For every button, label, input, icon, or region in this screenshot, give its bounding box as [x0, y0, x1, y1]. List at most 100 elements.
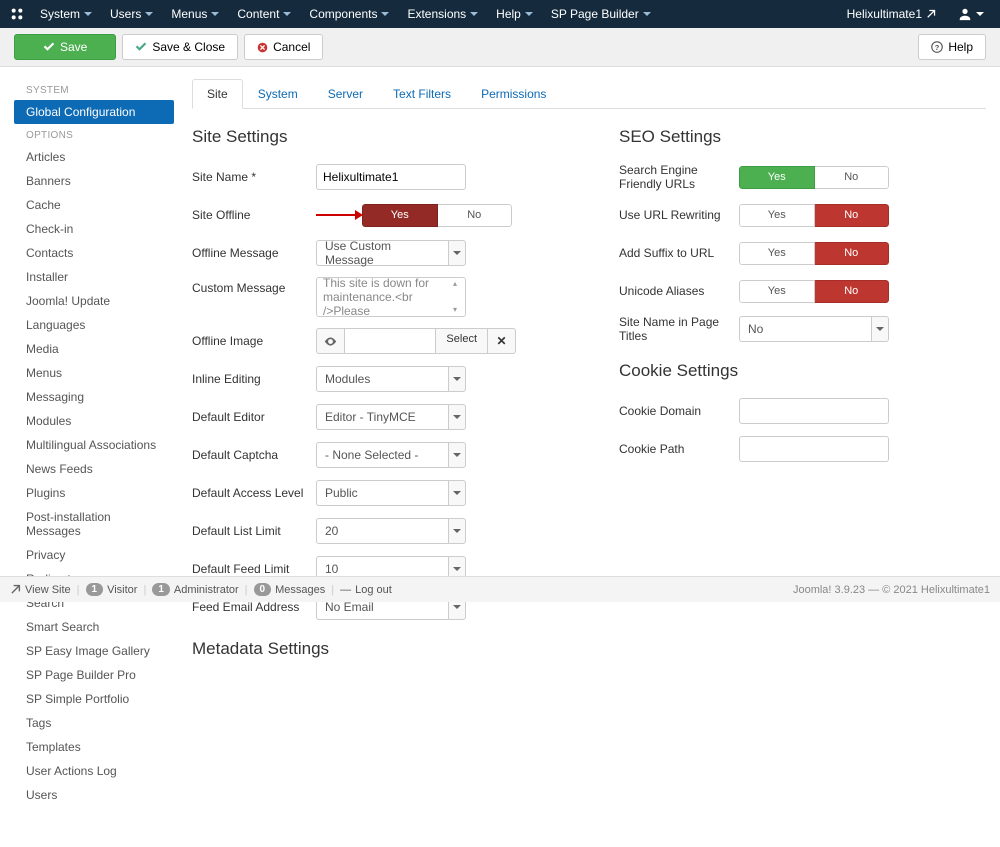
caret-down-icon	[453, 377, 461, 381]
menu-sppagebuilder[interactable]: SP Page Builder	[543, 2, 659, 26]
offline-image-select-button[interactable]: Select	[435, 328, 488, 354]
sidebar-item[interactable]: Messaging	[14, 385, 174, 409]
visitors-counter[interactable]: 1Visitor	[86, 583, 138, 596]
pagename-select[interactable]: No	[739, 316, 871, 342]
menu-menus[interactable]: Menus	[163, 2, 227, 26]
config-tabs: Site System Server Text Filters Permissi…	[192, 79, 986, 109]
rewrite-no[interactable]: No	[815, 204, 890, 227]
menu-components[interactable]: Components	[301, 2, 397, 26]
caret-down-icon	[525, 12, 533, 16]
default-captcha-select[interactable]: - None Selected -	[316, 442, 448, 468]
menu-system[interactable]: System	[32, 2, 100, 26]
caret-down-icon	[145, 12, 153, 16]
menu-help[interactable]: Help	[488, 2, 541, 26]
messages-counter[interactable]: 0Messages	[254, 583, 326, 596]
svg-text:?: ?	[935, 43, 940, 52]
offline-message-caret[interactable]	[448, 240, 466, 266]
sidebar-item[interactable]: Contacts	[14, 241, 174, 265]
sidebar-item[interactable]: Templates	[14, 735, 174, 759]
default-list-limit-select[interactable]: 20	[316, 518, 448, 544]
menu-users[interactable]: Users	[102, 2, 161, 26]
cookie-domain-input[interactable]	[739, 398, 889, 424]
tab-permissions[interactable]: Permissions	[466, 79, 561, 108]
tab-text-filters[interactable]: Text Filters	[378, 79, 466, 108]
sidebar-item[interactable]: User Actions Log	[14, 759, 174, 783]
sidebar-item[interactable]: Plugins	[14, 481, 174, 505]
offline-message-select[interactable]: Use Custom Message	[316, 240, 448, 266]
view-site-link[interactable]: View Site	[10, 584, 71, 596]
unicode-yes[interactable]: Yes	[739, 280, 815, 303]
caret-down-icon	[876, 327, 884, 331]
inline-editing-select[interactable]: Modules	[316, 366, 448, 392]
select-caret[interactable]	[871, 316, 889, 342]
site-name-label: Site Name *	[192, 170, 316, 184]
sidebar-item[interactable]: Media	[14, 337, 174, 361]
sef-yes[interactable]: Yes	[739, 166, 815, 189]
tab-server[interactable]: Server	[313, 79, 378, 108]
sidebar-item[interactable]: Cache	[14, 193, 174, 217]
sidebar-item[interactable]: News Feeds	[14, 457, 174, 481]
admins-counter[interactable]: 1Administrator	[152, 583, 238, 596]
preview-eye-icon[interactable]	[316, 328, 344, 354]
select-caret[interactable]	[448, 404, 466, 430]
default-access-label: Default Access Level	[192, 486, 316, 500]
logout-link[interactable]: — Log out	[340, 584, 392, 596]
sidebar-item[interactable]: Multilingual Associations	[14, 433, 174, 457]
pagename-label: Site Name in Page Titles	[619, 315, 739, 343]
rewrite-yes[interactable]: Yes	[739, 204, 815, 227]
user-menu[interactable]	[950, 2, 992, 26]
save-close-button[interactable]: Save & Close	[122, 34, 238, 60]
sidebar-item[interactable]: Tags	[14, 711, 174, 735]
sidebar-item[interactable]: Banners	[14, 169, 174, 193]
caret-down-icon	[381, 12, 389, 16]
sidebar-item[interactable]: Languages	[14, 313, 174, 337]
tab-system[interactable]: System	[243, 79, 313, 108]
menu-content[interactable]: Content	[229, 2, 299, 26]
sidebar-item[interactable]: Joomla! Update	[14, 289, 174, 313]
sidebar-item[interactable]: Check-in	[14, 217, 174, 241]
cookie-domain-label: Cookie Domain	[619, 404, 739, 418]
select-caret[interactable]	[448, 442, 466, 468]
default-editor-select[interactable]: Editor - TinyMCE	[316, 404, 448, 430]
sidebar-item[interactable]: Installer	[14, 265, 174, 289]
cancel-button[interactable]: Cancel	[244, 34, 323, 60]
caret-down-icon	[211, 12, 219, 16]
seo-settings-heading: SEO Settings	[619, 127, 986, 147]
sidebar-item[interactable]: Smart Search	[14, 615, 174, 639]
sidebar-item[interactable]: Menus	[14, 361, 174, 385]
suffix-no[interactable]: No	[815, 242, 890, 265]
sidebar-item[interactable]: Articles	[14, 145, 174, 169]
site-offline-no[interactable]: No	[438, 204, 513, 227]
select-caret[interactable]	[448, 480, 466, 506]
default-access-select[interactable]: Public	[316, 480, 448, 506]
custom-message-textarea[interactable]: This site is down for maintenance.<br />…	[316, 277, 466, 317]
unicode-no[interactable]: No	[815, 280, 890, 303]
suffix-yes[interactable]: Yes	[739, 242, 815, 265]
tab-site[interactable]: Site	[192, 79, 243, 109]
sidebar-item[interactable]: SP Easy Image Gallery	[14, 639, 174, 663]
offline-image-input[interactable]	[344, 328, 435, 354]
sidebar-item[interactable]: Post-installation Messages	[14, 505, 174, 543]
cookie-path-input[interactable]	[739, 436, 889, 462]
sef-no[interactable]: No	[815, 166, 890, 189]
offline-image-clear-button[interactable]: ✕	[488, 328, 516, 354]
sidebar-item[interactable]: Modules	[14, 409, 174, 433]
menu-extensions[interactable]: Extensions	[399, 2, 486, 26]
sidebar-item[interactable]: SP Page Builder Pro	[14, 663, 174, 687]
site-offline-yes[interactable]: Yes	[362, 204, 438, 227]
help-icon: ?	[931, 41, 943, 53]
default-feed-limit-label: Default Feed Limit	[192, 562, 316, 576]
caret-down-icon	[976, 12, 984, 16]
top-menubar: System Users Menus Content Components Ex…	[0, 0, 1000, 28]
sidebar-item[interactable]: Users	[14, 783, 174, 807]
select-caret[interactable]	[448, 518, 466, 544]
site-settings-heading: Site Settings	[192, 127, 559, 147]
save-button[interactable]: Save	[14, 34, 116, 60]
select-caret[interactable]	[448, 366, 466, 392]
sidebar-global-config[interactable]: Global Configuration	[14, 100, 174, 124]
sidebar-item[interactable]: Privacy	[14, 543, 174, 567]
sidebar-item[interactable]: SP Simple Portfolio	[14, 687, 174, 711]
site-name-input[interactable]	[316, 164, 466, 190]
help-button[interactable]: ? Help	[918, 34, 986, 60]
site-link[interactable]: Helixultimate1	[839, 2, 944, 26]
